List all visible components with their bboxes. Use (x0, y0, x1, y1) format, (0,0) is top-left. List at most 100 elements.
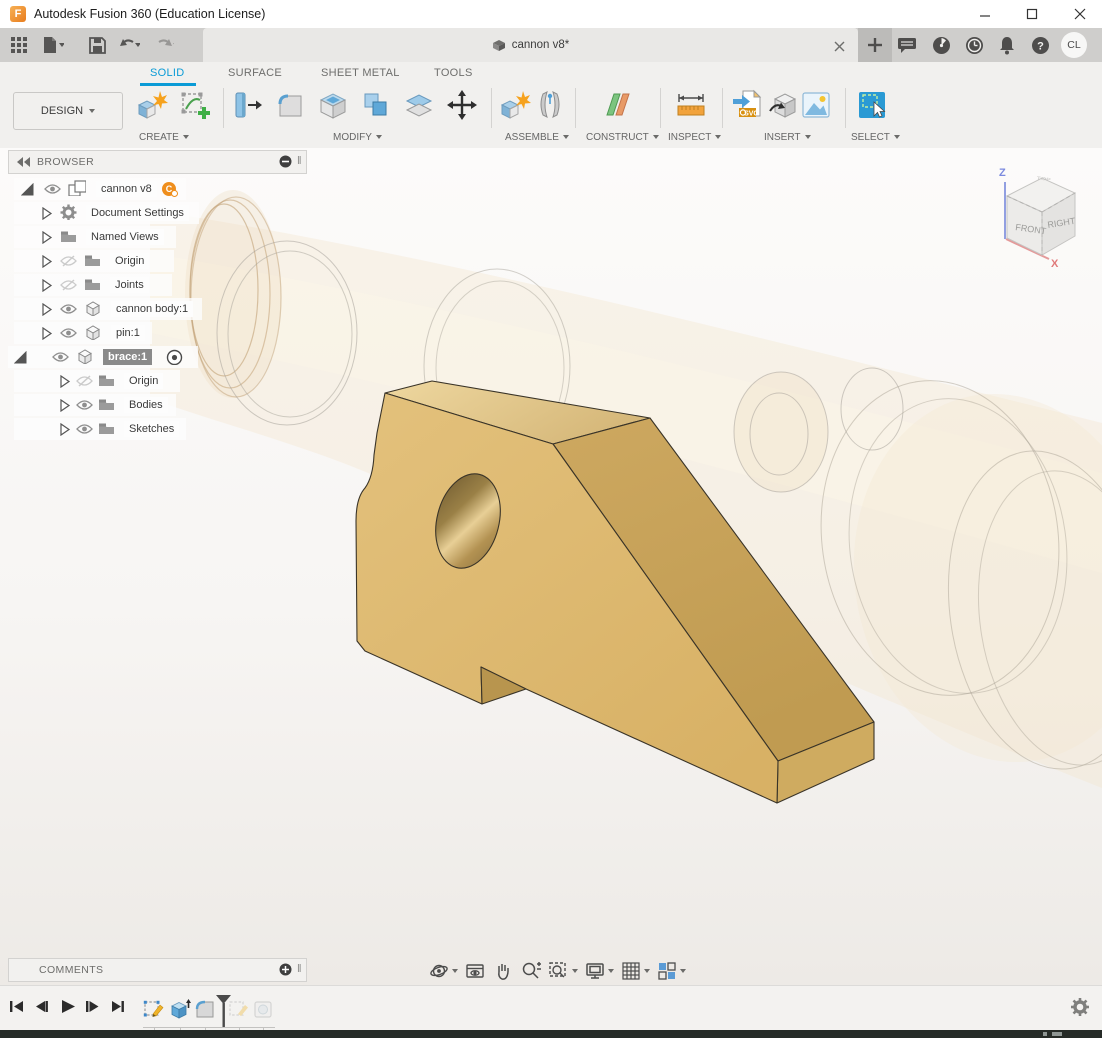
browser-header[interactable]: BROWSER ‖ (8, 150, 307, 174)
undo-icon[interactable] (118, 34, 140, 56)
activate-component-radio-icon[interactable] (166, 349, 184, 365)
tree-item-label[interactable]: cannon v8 (96, 181, 157, 197)
timeline-feature-sketch-icon[interactable] (143, 998, 165, 1020)
play-button[interactable] (58, 998, 76, 1016)
step-forward-button[interactable] (84, 998, 102, 1016)
panel-grip-icon[interactable]: ‖ (297, 155, 302, 167)
user-avatar[interactable]: CL (1061, 32, 1087, 58)
move-copy-button[interactable] (445, 87, 479, 123)
group-insert[interactable]: INSERT (764, 131, 811, 143)
group-create[interactable]: CREATE (139, 131, 189, 143)
workspace-selector-button[interactable]: DESIGN (13, 92, 123, 130)
joint-button[interactable] (533, 87, 567, 123)
app-grid-icon[interactable] (8, 34, 30, 56)
visibility-eye-icon[interactable] (60, 303, 78, 319)
tree-item-bodies[interactable]: Bodies (14, 394, 176, 416)
disclosure-collapsed-icon[interactable] (58, 375, 71, 388)
disclosure-collapsed-icon[interactable] (40, 303, 53, 316)
tree-item-brace-origin[interactable]: Origin (14, 370, 180, 392)
group-select[interactable]: SELECT (851, 131, 900, 143)
timeline-feature-fillet-icon[interactable] (194, 998, 216, 1020)
viewports-icon[interactable] (656, 960, 686, 982)
disclosure-collapsed-icon[interactable] (40, 279, 53, 292)
group-assemble[interactable]: ASSEMBLE (505, 131, 569, 143)
disclosure-collapsed-icon[interactable] (40, 231, 53, 244)
tree-item-joints[interactable]: Joints (14, 274, 172, 296)
visibility-eye-icon[interactable] (44, 183, 62, 199)
minimize-button[interactable] (965, 0, 1005, 28)
timeline-settings-gear-icon[interactable] (1070, 997, 1090, 1017)
view-cube[interactable]: FRONT RIGHT TOP Z X (985, 160, 1100, 270)
tree-item-brace-1[interactable]: brace:1 (8, 346, 198, 368)
tree-item-label[interactable]: Origin (124, 373, 163, 389)
insert-derive-button[interactable] (766, 87, 800, 123)
timeline-feature-suppressed-hole-icon[interactable] (252, 998, 274, 1020)
select-button[interactable] (855, 87, 889, 123)
notifications-bell-icon[interactable] (996, 34, 1018, 56)
visibility-eye-hidden-icon[interactable] (60, 279, 78, 295)
visibility-eye-icon[interactable] (60, 327, 78, 343)
tree-item-cannon-body-1[interactable]: cannon body:1 (14, 298, 202, 320)
zoom-icon[interactable] (520, 960, 542, 982)
add-comment-icon[interactable] (279, 963, 292, 976)
timeline-feature-extrude-icon[interactable] (169, 998, 191, 1020)
disclosure-collapsed-icon[interactable] (40, 255, 53, 268)
tree-item-label[interactable]: pin:1 (111, 325, 145, 341)
pan-hand-icon[interactable] (492, 960, 514, 982)
orbit-icon[interactable] (428, 960, 458, 982)
comments-bubble-icon[interactable] (896, 34, 918, 56)
combine-button[interactable] (359, 87, 393, 123)
job-status-clock-icon[interactable] (963, 34, 985, 56)
step-back-button[interactable] (33, 998, 51, 1016)
visibility-eye-icon[interactable] (52, 351, 70, 367)
redo-icon[interactable] (152, 34, 174, 56)
tab-tools[interactable]: TOOLS (434, 67, 473, 83)
group-inspect[interactable]: INSPECT (668, 131, 721, 143)
panel-grip-icon[interactable]: ‖ (297, 963, 302, 975)
document-tab-close-icon[interactable] (828, 35, 850, 57)
close-button[interactable] (1060, 0, 1100, 28)
disclosure-collapsed-icon[interactable] (40, 207, 53, 220)
browser-options-icon[interactable] (279, 155, 292, 168)
press-pull-button[interactable] (230, 87, 264, 123)
new-document-tab-button[interactable] (858, 28, 892, 62)
fillet-button[interactable] (273, 87, 307, 123)
grid-snap-icon[interactable] (620, 960, 650, 982)
tree-item-label[interactable]: Named Views (86, 229, 164, 245)
comments-panel-header[interactable]: COMMENTS ‖ (8, 958, 307, 982)
tree-item-pin-1[interactable]: pin:1 (14, 322, 152, 344)
new-component-button[interactable] (135, 87, 169, 123)
create-sketch-button[interactable] (178, 87, 212, 123)
save-icon[interactable] (86, 34, 108, 56)
tree-item-sketches[interactable]: Sketches (14, 418, 186, 440)
tree-item-origin[interactable]: Origin (14, 250, 174, 272)
timeline-feature-suppressed-sketch-icon[interactable] (228, 998, 250, 1020)
extensions-icon[interactable] (930, 34, 952, 56)
tab-sheet-metal[interactable]: SHEET METAL (321, 67, 400, 83)
assemble-new-component-button[interactable] (498, 87, 532, 123)
insert-svg-button[interactable]: SVG (731, 87, 765, 123)
group-construct[interactable]: CONSTRUCT (586, 131, 659, 143)
tree-item-label[interactable]: Document Settings (86, 205, 189, 221)
offset-face-button[interactable] (402, 87, 436, 123)
tree-item-cannon-v8[interactable]: cannon v8 C (14, 178, 186, 200)
timeline-track[interactable] (143, 1027, 275, 1028)
go-to-end-button[interactable] (109, 998, 127, 1016)
file-menu-icon[interactable] (42, 34, 64, 56)
tree-item-label-selected[interactable]: brace:1 (103, 349, 152, 365)
look-at-icon[interactable] (464, 960, 486, 982)
document-tab[interactable]: cannon v8* (203, 28, 858, 62)
tree-item-label[interactable]: Origin (110, 253, 149, 269)
visibility-eye-icon[interactable] (76, 399, 94, 415)
fit-icon[interactable] (548, 960, 578, 982)
insert-canvas-button[interactable] (799, 87, 833, 123)
tab-surface[interactable]: SURFACE (228, 67, 282, 83)
viewport-canvas[interactable]: FRONT RIGHT TOP Z X BROWSER ‖ cannon v8 … (0, 148, 1102, 985)
go-to-start-button[interactable] (8, 998, 26, 1016)
tree-item-named-views[interactable]: Named Views (14, 226, 176, 248)
tab-solid[interactable]: SOLID (150, 67, 185, 83)
tree-item-document-settings[interactable]: Document Settings (14, 202, 199, 224)
group-modify[interactable]: MODIFY (333, 131, 382, 143)
maximize-button[interactable] (1012, 0, 1052, 28)
display-settings-icon[interactable] (584, 960, 614, 982)
